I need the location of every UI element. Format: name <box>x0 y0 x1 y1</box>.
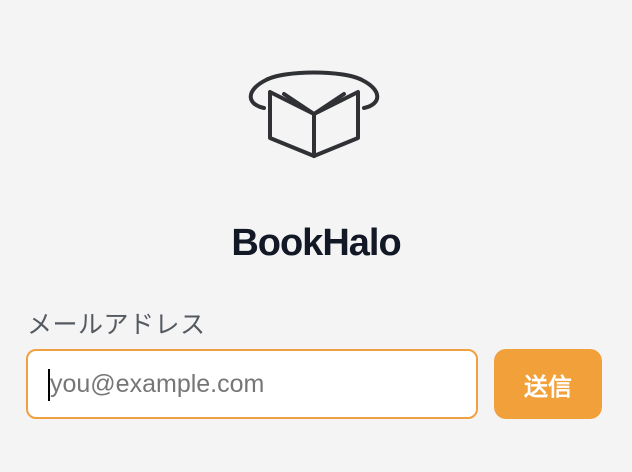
login-page: BookHalo メールアドレス 送信 <box>0 0 632 472</box>
email-label: メールアドレス <box>27 310 206 339</box>
text-caret <box>48 369 50 401</box>
email-input[interactable] <box>26 349 478 419</box>
book-halo-icon <box>248 70 380 158</box>
brand-name: BookHalo <box>231 222 401 264</box>
submit-button[interactable]: 送信 <box>494 349 602 419</box>
